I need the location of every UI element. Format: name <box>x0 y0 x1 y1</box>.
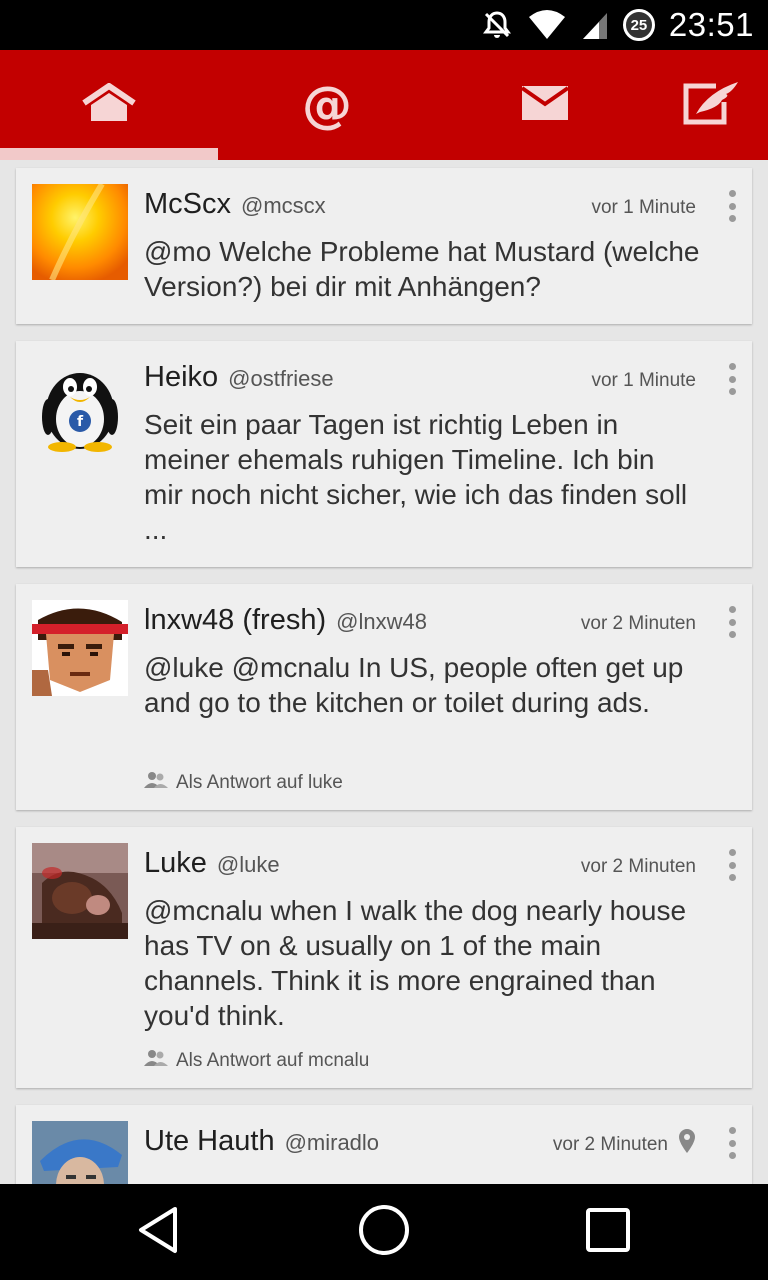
back-icon <box>135 1205 181 1259</box>
post-header: Heiko @ostfriese vor 1 Minute <box>144 361 696 397</box>
author-name[interactable]: lnxw48 (fresh) <box>144 604 326 637</box>
post-card[interactable]: f Heiko @ostfriese vor 1 Minute Seit ein… <box>16 341 752 567</box>
author-handle[interactable]: @mcscx <box>241 193 326 219</box>
post-time: vor 2 Minuten <box>580 613 696 634</box>
post-header: Luke @luke vor 2 Minuten <box>144 847 696 883</box>
battery-icon: 25 <box>622 9 655 41</box>
compose-icon <box>682 80 740 130</box>
post-card[interactable]: Luke @luke vor 2 Minuten @mcnalu when I … <box>16 827 752 1088</box>
recents-button[interactable] <box>580 1204 636 1260</box>
location-pin-icon[interactable] <box>678 1129 696 1157</box>
notifications-off-icon <box>481 9 513 41</box>
status-bar: 25 23:51 <box>0 0 768 50</box>
post-header: Ute Hauth @miradlo vor 2 Minuten <box>144 1125 696 1161</box>
author-handle[interactable]: @lnxw48 <box>336 609 427 635</box>
avatar[interactable] <box>32 600 128 696</box>
author-name[interactable]: Luke <box>144 847 207 880</box>
tab-home[interactable] <box>0 50 218 160</box>
author-handle[interactable]: @miradlo <box>285 1130 379 1156</box>
post-card[interactable]: McScx @mcscx vor 1 Minute @mo Welche Pro… <box>16 168 752 324</box>
conversation-icon <box>144 770 168 796</box>
author-handle[interactable]: @luke <box>217 852 280 878</box>
envelope-icon <box>520 86 570 124</box>
reply-context[interactable]: Als Antwort auf mcnalu <box>144 1048 369 1074</box>
avatar[interactable] <box>32 843 128 939</box>
cell-signal-icon <box>581 9 609 41</box>
author-name[interactable]: McScx <box>144 188 231 221</box>
reply-context[interactable]: Als Antwort auf luke <box>144 770 343 796</box>
status-clock: 23:51 <box>668 6 754 43</box>
conversation-icon <box>144 1048 168 1074</box>
tab-mentions[interactable]: @ <box>218 50 436 160</box>
recents-icon <box>585 1207 631 1257</box>
more-options-icon[interactable] <box>724 361 740 397</box>
author-name[interactable]: Heiko <box>144 361 218 394</box>
post-text: @mcnalu when I walk the dog nearly house… <box>144 895 687 1031</box>
battery-level: 25 <box>622 9 655 41</box>
back-button[interactable] <box>130 1204 186 1260</box>
home-circle-icon <box>358 1204 410 1260</box>
post-card[interactable]: Ute Hauth @miradlo vor 2 Minuten <box>16 1105 752 1184</box>
post-header: McScx @mcscx vor 1 Minute <box>144 188 696 224</box>
tab-messages[interactable] <box>436 50 654 160</box>
wifi-icon <box>527 9 567 41</box>
system-nav-bar <box>0 1184 768 1280</box>
post-card[interactable]: lnxw48 (fresh) @lnxw48 vor 2 Minuten @lu… <box>16 584 752 810</box>
home-icon <box>80 82 138 127</box>
post-text: @luke @mcnalu In US, people often get up… <box>144 652 684 718</box>
post-time: vor 2 Minuten <box>552 1134 668 1155</box>
post-time: vor 1 Minute <box>591 197 696 218</box>
more-options-icon[interactable] <box>724 604 740 640</box>
post-text: Seit ein paar Tagen ist richtig Leben in… <box>144 409 688 545</box>
selected-tab-indicator <box>0 148 218 160</box>
reply-label: Als Antwort auf luke <box>176 772 343 793</box>
timeline-feed[interactable]: McScx @mcscx vor 1 Minute @mo Welche Pro… <box>0 160 768 1184</box>
post-text: @mo Welche Probleme hat Mustard (welche … <box>144 236 700 302</box>
author-name[interactable]: Ute Hauth <box>144 1125 275 1158</box>
post-time: vor 2 Minuten <box>580 856 696 877</box>
author-handle[interactable]: @ostfriese <box>228 366 333 392</box>
main-toolbar: @ <box>0 50 768 160</box>
avatar[interactable]: f <box>32 357 128 453</box>
post-header: lnxw48 (fresh) @lnxw48 vor 2 Minuten <box>144 604 696 640</box>
avatar[interactable] <box>32 1121 128 1184</box>
at-mention-icon: @ <box>302 76 352 134</box>
reply-label: Als Antwort auf mcnalu <box>176 1050 370 1071</box>
more-options-icon[interactable] <box>724 847 740 883</box>
home-button[interactable] <box>356 1204 412 1260</box>
more-options-icon[interactable] <box>724 1125 740 1161</box>
more-options-icon[interactable] <box>724 188 740 224</box>
post-time: vor 1 Minute <box>591 370 696 391</box>
svg-text:f: f <box>77 414 84 430</box>
avatar[interactable] <box>32 184 128 280</box>
tab-compose[interactable] <box>654 50 768 160</box>
